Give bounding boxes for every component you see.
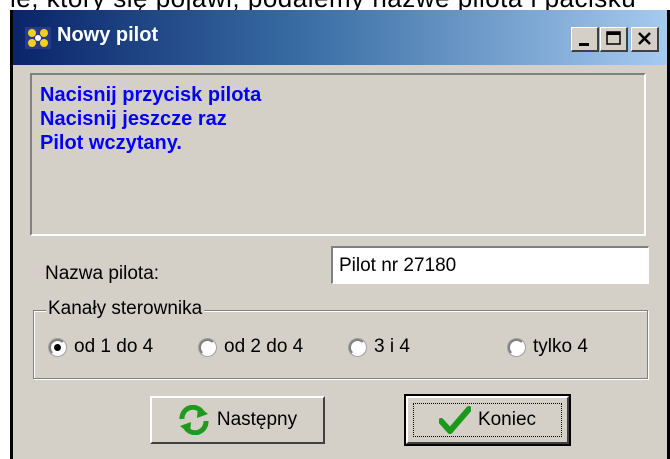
dialog-window: Nowy pilot Nacisnij przycisk pilota Naci… (10, 10, 670, 459)
background-document-text: ie, który się pojawi, podaiemy nazwe pil… (0, 0, 670, 10)
radio-label: tylko 4 (533, 336, 588, 357)
message-line: Nacisnij jeszcze raz (40, 108, 227, 130)
radio-button[interactable] (199, 338, 216, 356)
close-button[interactable] (631, 27, 659, 52)
pilot-name-input[interactable] (331, 246, 649, 284)
end-button[interactable]: Koniec (404, 394, 571, 446)
radio-channels-1-4[interactable]: od 1 do 4 (49, 336, 153, 358)
minimize-icon (579, 43, 589, 46)
close-icon (638, 32, 651, 45)
next-button[interactable]: Następny (150, 396, 325, 444)
status-messages-box: Nacisnij przycisk pilota Nacisnij jeszcz… (30, 73, 646, 236)
radio-button[interactable] (349, 338, 366, 356)
title-bar[interactable]: Nowy pilot (13, 10, 667, 65)
next-button-label: Następny (216, 409, 298, 430)
radio-channels-2-4[interactable]: od 2 do 4 (199, 336, 303, 358)
radio-label: 3 i 4 (374, 336, 410, 357)
radio-label: od 1 do 4 (74, 336, 154, 357)
minimize-button[interactable] (571, 27, 599, 52)
maximize-button[interactable] (600, 27, 628, 52)
focus-rectangle (413, 403, 562, 437)
radio-button-checked[interactable] (49, 338, 66, 356)
channels-legend: Kanały sterownika (46, 298, 205, 320)
radio-label: od 2 do 4 (224, 336, 304, 357)
radio-button[interactable] (508, 338, 525, 356)
background-text: ie, który się pojawi, podaiemy nazwe pil… (10, 0, 636, 10)
message-line: Nacisnij przycisk pilota (40, 84, 262, 106)
message-line: Pilot wczytany. (40, 132, 182, 154)
radio-channels-only-4[interactable]: tylko 4 (508, 336, 588, 358)
maximize-icon (606, 31, 621, 45)
refresh-icon (178, 405, 210, 435)
pilot-name-label: Nazwa pilota: (45, 263, 160, 284)
app-icon (25, 27, 51, 49)
channels-groupbox: Kanały sterownika od 1 do 4 od 2 do 4 3 … (33, 298, 648, 379)
window-title: Nowy pilot (57, 24, 159, 46)
radio-channels-3-4[interactable]: 3 i 4 (349, 336, 410, 358)
